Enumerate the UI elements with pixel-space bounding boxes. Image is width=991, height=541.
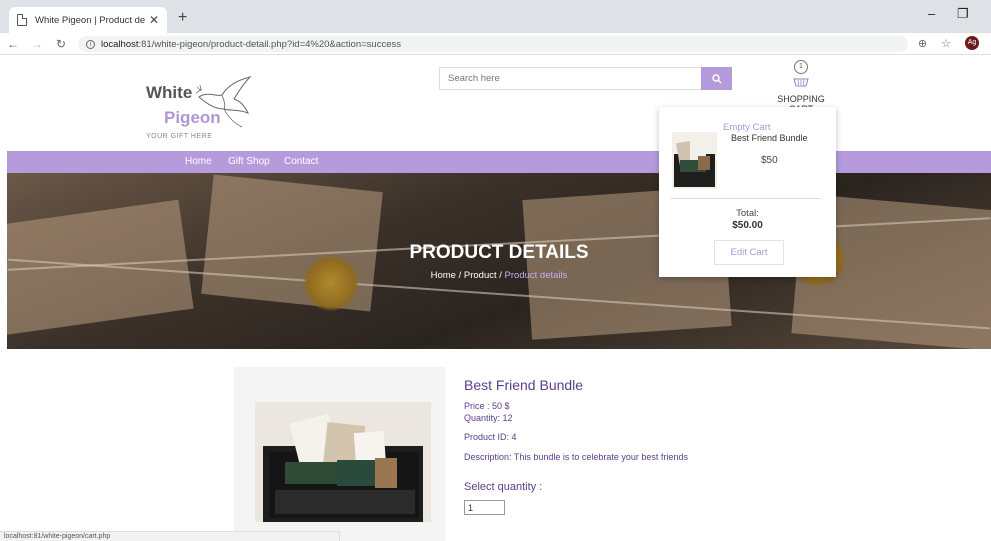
product-title: Best Friend Bundle	[464, 377, 584, 393]
web-page: White Pigeon YOUR GIFT HERE 1 SHOPPING C…	[0, 55, 991, 541]
quantity-input[interactable]	[464, 500, 505, 515]
cart-dropdown: Empty Cart Best Friend Bundle $50 Total:…	[659, 107, 836, 277]
minimize-icon[interactable]: –	[928, 6, 935, 21]
close-icon[interactable]: ✕	[149, 13, 159, 27]
browser-tab-bar: White Pigeon | Product details ✕ + – ❐	[0, 0, 991, 33]
search-icon	[711, 73, 721, 83]
empty-cart-link[interactable]: Empty Cart	[723, 122, 771, 133]
browser-tab[interactable]: White Pigeon | Product details ✕	[9, 7, 167, 33]
cart-item-price: $50	[761, 155, 778, 166]
new-tab-icon[interactable]: +	[178, 9, 187, 27]
main-nav: Home Gift Shop Contact	[7, 151, 991, 173]
cart-total-label: Total:	[736, 208, 759, 219]
product-id: Product ID: 4	[464, 432, 517, 442]
divider	[671, 198, 821, 199]
cart-count-badge: 1	[794, 60, 808, 74]
logo-word-white: White	[146, 83, 193, 102]
logo-tagline: YOUR GIFT HERE	[146, 133, 213, 140]
page-icon	[17, 14, 27, 26]
hero-banner: PRODUCT DETAILS Home / Product / Product…	[7, 173, 991, 349]
edit-cart-button[interactable]: Edit Cart	[714, 240, 784, 265]
reload-icon[interactable]: ↻	[52, 37, 70, 51]
nav-home[interactable]: Home	[185, 156, 212, 167]
cart-total-value: $50.00	[732, 220, 763, 231]
search-input[interactable]	[439, 67, 702, 90]
search-button[interactable]	[701, 67, 732, 90]
site-logo[interactable]: White Pigeon YOUR GIFT HERE	[146, 75, 266, 145]
product-info: Best Friend Bundle Price : 50 $ Quantity…	[464, 377, 864, 515]
product-image	[255, 402, 431, 522]
info-icon[interactable]: i	[86, 39, 95, 49]
maximize-icon[interactable]: ❐	[957, 6, 969, 22]
avatar[interactable]: Ag	[965, 36, 979, 50]
breadcrumb-product[interactable]: Product	[464, 270, 497, 281]
product-price: Price : 50 $	[464, 401, 510, 411]
product-quantity: Quantity: 12	[464, 413, 513, 423]
breadcrumb: Home / Product / Product details	[7, 270, 991, 281]
url-host: localhost	[101, 38, 139, 50]
product-description: Description: This bundle is to celebrate…	[464, 452, 688, 462]
star-icon[interactable]: ☆	[941, 37, 951, 50]
back-icon[interactable]: ←	[4, 37, 22, 51]
page-title: PRODUCT DETAILS	[409, 242, 589, 263]
select-quantity-label: Select quantity :	[464, 481, 543, 493]
status-url: localhost:81/white-pigeon/cart.php	[0, 531, 340, 541]
nav-gift-shop[interactable]: Gift Shop	[228, 156, 270, 167]
url-field[interactable]: i localhost :81/white-pigeon/product-det…	[78, 36, 908, 52]
zoom-icon[interactable]: ⊕	[918, 37, 927, 50]
nav-contact[interactable]: Contact	[284, 156, 318, 167]
url-path: :81/white-pigeon/product-detail.php?id=4…	[138, 38, 401, 50]
address-bar: ← → ↻ i localhost :81/white-pigeon/produ…	[0, 33, 991, 55]
cart-item-image	[672, 132, 717, 189]
forward-icon[interactable]: →	[28, 37, 46, 51]
breadcrumb-current: Product details	[504, 270, 568, 281]
tab-title: White Pigeon | Product details	[35, 14, 145, 26]
shopping-cart-link[interactable]: 1 SHOPPING CART	[765, 60, 837, 114]
basket-icon	[793, 78, 809, 87]
breadcrumb-home[interactable]: Home	[431, 270, 456, 281]
logo-word-pigeon: Pigeon	[164, 108, 221, 127]
cart-item-name[interactable]: Best Friend Bundle	[731, 133, 808, 143]
